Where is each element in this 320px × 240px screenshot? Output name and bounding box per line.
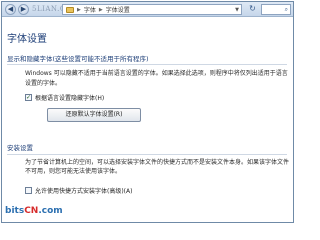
refresh-icon[interactable]: ↻	[246, 4, 259, 15]
section-title-show-hide: 显示和隐藏字体(这些设置可能不适用于所有程序)	[7, 55, 149, 63]
breadcrumb-separator-icon: ▶	[77, 6, 81, 13]
breadcrumb-separator-icon: ▶	[98, 6, 103, 13]
section-description-show-hide: Windows 可以隐藏不适用于当前语言设置的字体。如果选择此选项，则程序中将仅…	[25, 70, 288, 87]
address-bar[interactable]: ▶ 字体 ▶ 字体设置 ▼	[62, 4, 242, 15]
hide-fonts-checkbox[interactable]: ✓	[25, 94, 32, 101]
breadcrumb-item-font-settings[interactable]: 字体设置	[106, 5, 130, 14]
hide-fonts-option[interactable]: ✓ 根据语言设置隐藏字体(H)	[25, 93, 104, 102]
site-logo: bitsCN.com	[5, 206, 63, 216]
back-arrow-icon[interactable]: ◀	[5, 4, 16, 15]
chevron-down-icon[interactable]: ▼	[235, 7, 239, 13]
forward-arrow-icon[interactable]: ▶	[18, 4, 29, 15]
logo-highlight: CN	[24, 206, 39, 216]
shortcut-install-checkbox[interactable]	[25, 187, 32, 194]
restore-default-fonts-button[interactable]: 还原默认字体设置(R)	[47, 108, 141, 122]
divider	[7, 154, 287, 155]
search-icon: ⌕	[284, 6, 288, 13]
shortcut-install-option[interactable]: 允许使用快捷方式安装字体(高级)(A)	[25, 186, 132, 195]
section-description-install: 为了节省计算机上的空间，可以选择安装字体文件的快捷方式而不是安装文件本身。如果该…	[25, 159, 290, 175]
shortcut-install-label[interactable]: 允许使用快捷方式安装字体(高级)(A)	[35, 186, 132, 195]
folder-icon	[66, 6, 74, 13]
section-title-install: 安装设置	[7, 144, 33, 152]
logo-suffix: .com	[38, 206, 63, 216]
navigation-bar: ◀ ▶ 5LIAN.COM ▶ 字体 ▶ 字体设置 ▼ ↻ ⌕	[2, 2, 293, 17]
logo-prefix: bits	[5, 206, 25, 216]
window-frame: ◀ ▶ 5LIAN.COM ▶ 字体 ▶ 字体设置 ▼ ↻ ⌕ 字体设置 显示和…	[1, 1, 294, 223]
hide-fonts-label[interactable]: 根据语言设置隐藏字体(H)	[35, 93, 104, 102]
page-title: 字体设置	[7, 34, 47, 45]
divider	[7, 64, 287, 65]
breadcrumb-item-fonts[interactable]: 字体	[84, 5, 96, 14]
search-box[interactable]: ⌕	[261, 4, 291, 15]
